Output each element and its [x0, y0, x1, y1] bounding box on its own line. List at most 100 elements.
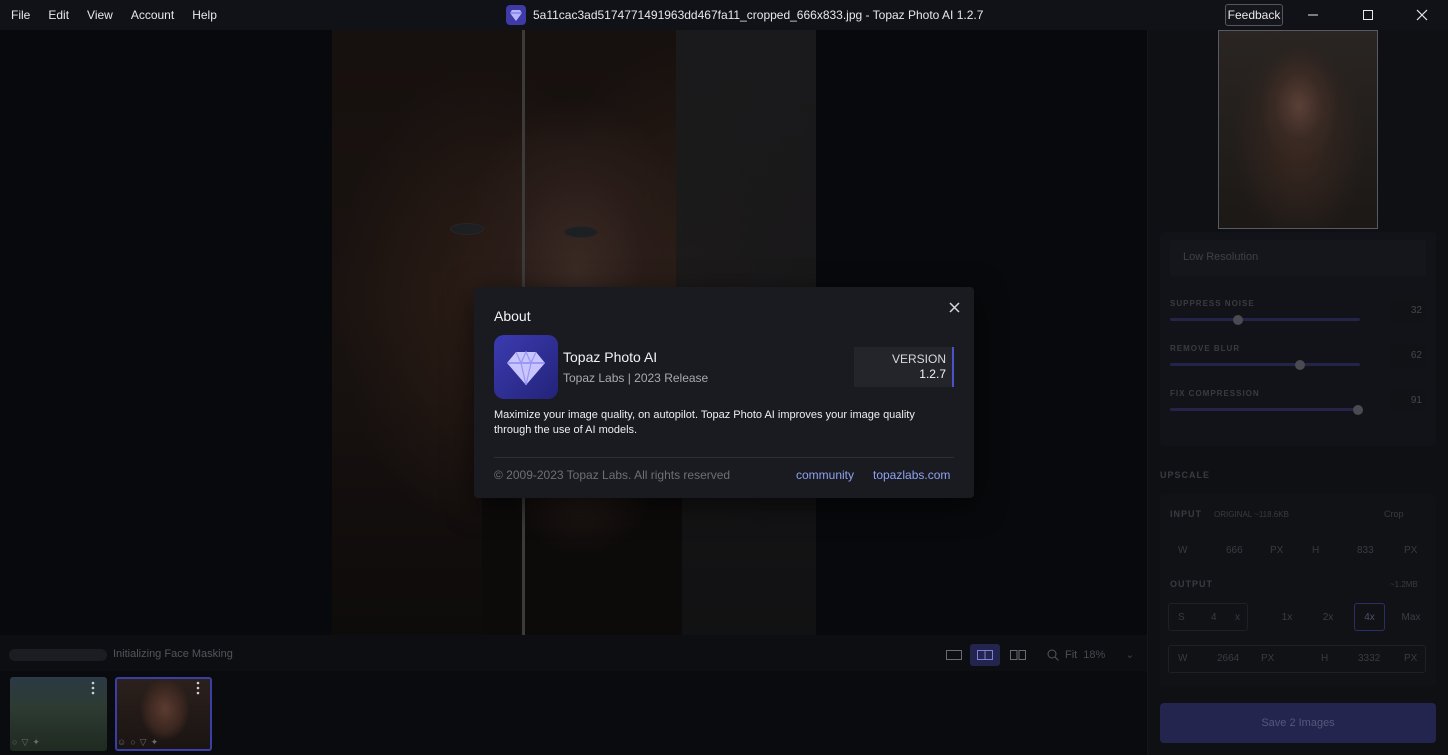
thumb-2-status-icons: ☺ ○ ▽ ✦: [117, 737, 158, 748]
preview-eye-left: [450, 223, 484, 235]
input-width-unit: PX: [1270, 545, 1284, 556]
version-number: 1.2.7: [919, 367, 946, 381]
output-size: ~1.2MB: [1390, 580, 1418, 589]
upscale-section-title: UPSCALE: [1160, 470, 1211, 480]
scale-option-max[interactable]: Max: [1391, 603, 1431, 631]
about-divider: [494, 457, 954, 458]
input-width-value: 666: [1226, 545, 1243, 556]
model-select[interactable]: Low Resolution: [1170, 240, 1426, 276]
input-info: ORIGINAL ~118.6KB: [1214, 510, 1289, 519]
zoom-value: 18%: [1083, 648, 1106, 661]
save-images-button[interactable]: Save 2 Images: [1160, 703, 1436, 743]
single-view-button[interactable]: [939, 644, 969, 666]
suppress-noise-label: SUPPRESS NOISE: [1170, 299, 1255, 308]
face-status-icon: ☺: [117, 737, 127, 747]
single-view-icon: [946, 650, 962, 660]
input-height-label: H: [1312, 545, 1320, 556]
scale-input-value: 4: [1211, 612, 1217, 623]
version-label: VERSION: [891, 352, 946, 366]
menu-file[interactable]: File: [2, 0, 39, 30]
zoom-control[interactable]: Fit 18% ⌄: [1047, 648, 1134, 661]
preview-eye-right: [564, 226, 598, 238]
scale-input-unit: x: [1235, 612, 1240, 623]
side-by-side-view-button[interactable]: [1003, 644, 1033, 666]
fix-compression-knob[interactable]: [1353, 405, 1363, 415]
about-description: Maximize your image quality, on autopilo…: [494, 409, 915, 436]
feedback-button[interactable]: Feedback: [1225, 4, 1283, 26]
zoom-chevron-icon: ⌄: [1125, 649, 1135, 661]
output-height-value[interactable]: 3332: [1358, 653, 1380, 664]
circle-status-icon: ○: [130, 737, 136, 747]
circle-status-icon: ○: [12, 737, 18, 747]
menu-help[interactable]: Help: [183, 0, 226, 30]
fix-compression-label: FIX COMPRESSION: [1170, 389, 1260, 398]
scale-input-label: S: [1178, 612, 1185, 623]
thumb-2-menu-icon[interactable]: [191, 680, 205, 696]
community-link[interactable]: community: [796, 468, 854, 482]
about-title: About: [494, 308, 531, 324]
version-box: VERSION 1.2.7: [854, 347, 954, 387]
close-icon: [948, 301, 960, 313]
suppress-noise-value[interactable]: 32: [1390, 300, 1426, 322]
split-view-button[interactable]: [970, 644, 1000, 666]
remove-blur-value[interactable]: 62: [1390, 345, 1426, 367]
scale-option-4x[interactable]: 4x: [1354, 603, 1385, 631]
zoom-icon: [1047, 649, 1059, 661]
output-height-label: H: [1321, 653, 1329, 664]
about-copyright: © 2009-2023 Topaz Labs. All rights reser…: [494, 468, 731, 482]
zoom-label: Fit: [1065, 648, 1078, 661]
minimize-icon: [1308, 14, 1318, 16]
topazlabs-link[interactable]: topazlabs.com: [873, 468, 950, 482]
output-width-label: W: [1178, 653, 1188, 664]
window-title: 5a11cac3ad5174771491963dd467fa11_cropped…: [506, 0, 983, 30]
suppress-noise-knob[interactable]: [1233, 315, 1243, 325]
maximize-icon: [1363, 10, 1373, 20]
remove-blur-knob[interactable]: [1295, 360, 1305, 370]
output-width-value[interactable]: 2664: [1217, 653, 1239, 664]
menu-bar: File Edit View Account Help: [0, 0, 226, 30]
scale-option-2x[interactable]: 2x: [1308, 603, 1348, 631]
input-height-unit: PX: [1404, 545, 1418, 556]
thumb-1-menu-icon[interactable]: [86, 680, 100, 696]
maximize-button[interactable]: [1345, 0, 1391, 30]
app-window: File Edit View Account Help 5a11cac3ad51…: [0, 0, 1448, 755]
output-dimensions: [1168, 645, 1426, 673]
about-app-subtitle: Topaz Labs | 2023 Release: [563, 371, 709, 385]
about-close-button[interactable]: [946, 299, 962, 315]
app-logo-icon: [506, 5, 526, 25]
minimize-button[interactable]: [1290, 0, 1336, 30]
crop-button[interactable]: Crop: [1384, 509, 1404, 519]
about-dialog: About Topaz Photo AI Topaz Labs | 2023 R…: [474, 287, 974, 498]
output-height-unit: PX: [1404, 653, 1418, 664]
about-app-name: Topaz Photo AI: [563, 349, 658, 365]
scale-option-1x[interactable]: 1x: [1267, 603, 1307, 631]
remove-blur-label: REMOVE BLUR: [1170, 344, 1241, 353]
filter-status-icon: ▽: [21, 737, 29, 747]
menu-edit[interactable]: Edit: [39, 0, 78, 30]
output-width-unit: PX: [1261, 653, 1275, 664]
topaz-photo-ai-icon: [494, 335, 558, 399]
menu-account[interactable]: Account: [122, 0, 183, 30]
suppress-noise-slider[interactable]: [1170, 318, 1360, 321]
fix-compression-value[interactable]: 91: [1390, 390, 1426, 412]
title-bar: File Edit View Account Help 5a11cac3ad51…: [0, 0, 1448, 30]
sparkle-status-icon: ✦: [32, 737, 40, 747]
split-view-icon: [977, 650, 993, 660]
close-window-button[interactable]: [1399, 0, 1445, 30]
input-height-value: 833: [1357, 545, 1374, 556]
fix-compression-slider[interactable]: [1170, 408, 1360, 411]
output-label: OUTPUT: [1170, 579, 1213, 589]
navigator-thumbnail[interactable]: [1218, 30, 1378, 229]
sparkle-status-icon: ✦: [150, 737, 159, 747]
thumb-1-status-icons: ○ ▽ ✦: [12, 737, 40, 748]
input-width-label: W: [1178, 545, 1188, 556]
progress-status: Initializing Face Masking: [113, 648, 233, 660]
filter-status-icon: ▽: [139, 737, 147, 747]
side-by-side-icon: [1010, 650, 1026, 660]
window-title-text: 5a11cac3ad5174771491963dd467fa11_cropped…: [533, 8, 984, 22]
progress-bar: [9, 649, 107, 661]
menu-view[interactable]: View: [78, 0, 122, 30]
close-icon: [1416, 9, 1428, 21]
input-label: INPUT: [1170, 509, 1202, 519]
remove-blur-slider[interactable]: [1170, 363, 1360, 366]
